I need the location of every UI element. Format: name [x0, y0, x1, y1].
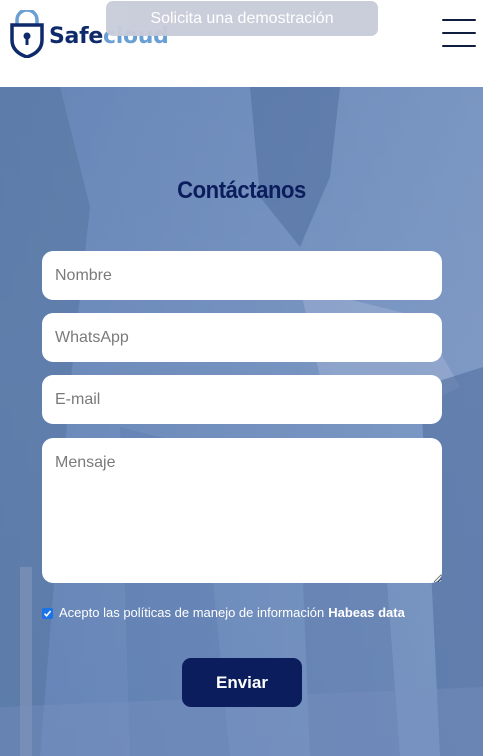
hamburger-icon[interactable]	[442, 19, 476, 47]
contact-section: Contáctanos Acepto las políticas de mane…	[0, 87, 483, 756]
consent-text: Acepto las políticas de manejo de inform…	[59, 604, 325, 620]
request-demo-button[interactable]: Solicita una demostración	[106, 1, 378, 36]
name-input[interactable]	[42, 251, 442, 300]
consent-row: Acepto las políticas de manejo de inform…	[42, 602, 462, 622]
whatsapp-input[interactable]	[42, 313, 442, 362]
email-input[interactable]	[42, 375, 442, 424]
site-header: Safecloud Solicita una demostración	[0, 0, 483, 87]
submit-button[interactable]: Enviar	[182, 658, 302, 707]
check-icon	[43, 610, 52, 617]
consent-checkbox[interactable]	[42, 608, 53, 619]
shield-lock-icon	[10, 10, 44, 58]
habeas-data-link[interactable]: Habeas data	[328, 605, 405, 620]
page-title: Contáctanos	[177, 177, 306, 204]
message-textarea[interactable]	[42, 438, 442, 583]
